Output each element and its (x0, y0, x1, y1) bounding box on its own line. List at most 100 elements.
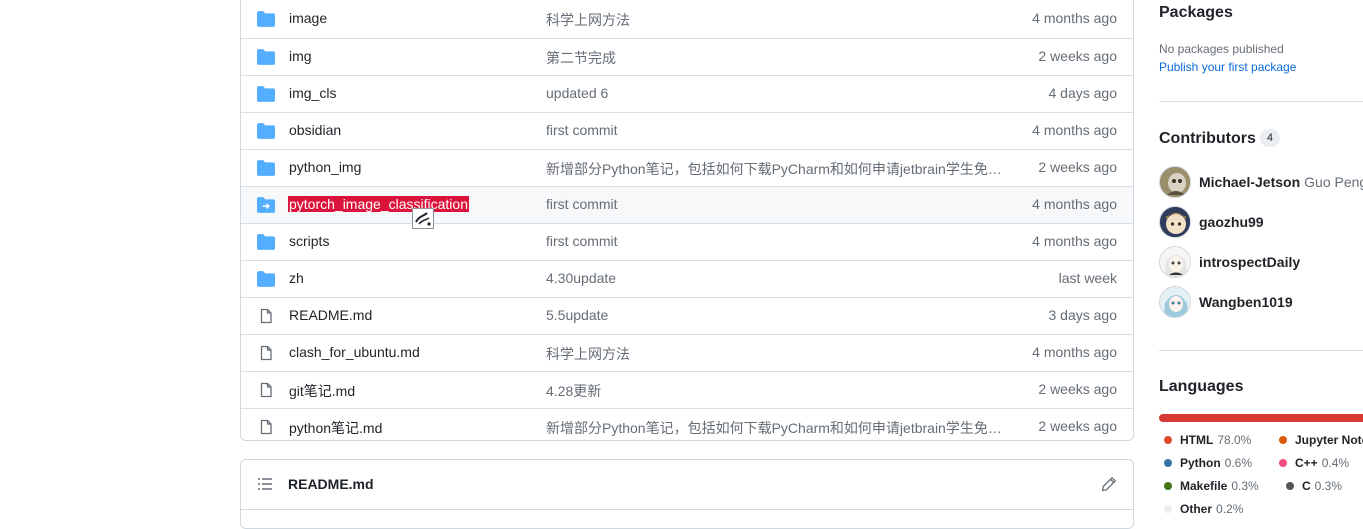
commit-age: 2 weeks ago (1038, 159, 1117, 175)
pencil-icon[interactable] (1101, 476, 1117, 492)
avatar (1159, 246, 1191, 278)
file-row[interactable]: scripts first commit 4 months ago (241, 223, 1133, 260)
file-row[interactable]: pytorch_image_classification first commi… (241, 186, 1133, 223)
folder-icon (257, 49, 275, 65)
readme-title[interactable]: README.md (288, 476, 374, 492)
commit-age: 2 weeks ago (1038, 418, 1117, 434)
file-icon (260, 419, 272, 435)
language-percent: 0.6% (1224, 456, 1253, 470)
language-item[interactable]: Makefile 0.3% (1164, 479, 1259, 493)
file-name[interactable]: obsidian (289, 122, 341, 138)
commit-message[interactable]: 4.30update (546, 270, 616, 286)
commit-age: 4 months ago (1032, 10, 1117, 26)
file-name[interactable]: pytorch_image_classification (288, 196, 469, 212)
language-percent: 78.0% (1217, 433, 1252, 447)
commit-message[interactable]: first commit (546, 196, 618, 212)
contributor-login: Michael-Jetson (1199, 174, 1301, 190)
language-percent: 0.3% (1314, 479, 1343, 493)
contributor-login: gaozhu99 (1199, 214, 1264, 230)
commit-message[interactable]: 第二节完成 (546, 48, 616, 68)
contributor-item[interactable]: gaozhu99 (1159, 206, 1363, 240)
commit-age: 4 months ago (1032, 196, 1117, 212)
commit-age: 4 months ago (1032, 233, 1117, 249)
commit-message[interactable]: first commit (546, 233, 618, 249)
no-packages-text: No packages published (1159, 42, 1284, 56)
file-name[interactable]: scripts (289, 233, 329, 249)
file-name[interactable]: git笔记.md (289, 381, 355, 401)
commit-age: 4 days ago (1048, 85, 1118, 101)
file-name[interactable]: zh (289, 270, 304, 286)
avatar (1159, 166, 1191, 198)
commit-message[interactable]: 科学上网方法 (546, 10, 630, 30)
commit-message[interactable]: 新增部分Python笔记，包括如何下载PyCharm和如何申请jetbrain学… (546, 418, 1002, 438)
contributor-item[interactable]: Wangben1019 (1159, 286, 1363, 320)
contributor-login: Wangben1019 (1199, 294, 1293, 310)
file-name[interactable]: python笔记.md (289, 418, 382, 438)
language-color-dot (1279, 459, 1287, 467)
contributor-name: Wangben1019 (1199, 294, 1293, 310)
packages-heading[interactable]: Packages (1159, 4, 1233, 22)
file-row[interactable]: python_img 新增部分Python笔记，包括如何下载PyCharm和如何… (241, 149, 1133, 186)
translate-popup-icon[interactable] (412, 208, 434, 229)
language-item[interactable]: Jupyter Notebook (1279, 433, 1363, 447)
file-row[interactable]: zh 4.30update last week (241, 260, 1133, 297)
commit-message[interactable]: 新增部分Python笔记，包括如何下载PyCharm和如何申请jetbrain学… (546, 159, 1002, 179)
contributors-count: 4 (1259, 129, 1280, 147)
language-percent: 0.3% (1231, 479, 1259, 493)
sidebar-divider (1159, 101, 1363, 102)
language-color-dot (1286, 482, 1294, 490)
file-name[interactable]: image (289, 10, 327, 26)
language-item[interactable]: C++ 0.4% (1279, 456, 1349, 470)
language-name: C (1302, 479, 1311, 493)
commit-message[interactable]: 5.5update (546, 307, 608, 323)
file-row[interactable]: python笔记.md 新增部分Python笔记，包括如何下载PyCharm和如… (241, 408, 1133, 445)
language-color-dot (1164, 482, 1172, 490)
language-name: Python (1180, 456, 1221, 470)
file-row[interactable]: image 科学上网方法 4 months ago (241, 1, 1133, 38)
contributor-name: introspectDaily (1199, 254, 1300, 270)
commit-message[interactable]: first commit (546, 122, 618, 138)
commit-age: 2 weeks ago (1038, 381, 1117, 397)
file-row[interactable]: clash_for_ubuntu.md 科学上网方法 4 months ago (241, 334, 1133, 371)
file-name[interactable]: img_cls (289, 85, 336, 101)
languages-heading: Languages (1159, 378, 1244, 395)
file-row[interactable]: README.md 5.5update 3 days ago (241, 297, 1133, 334)
language-bar (1159, 414, 1363, 422)
file-icon (260, 308, 272, 324)
file-row[interactable]: git笔记.md 4.28更新 2 weeks ago (241, 371, 1133, 408)
commit-message[interactable]: 4.28更新 (546, 381, 601, 401)
readme-box: README.md (240, 459, 1134, 529)
contributors-title: Contributors (1159, 130, 1256, 147)
folder-icon (257, 123, 275, 139)
file-row[interactable]: img 第二节完成 2 weeks ago (241, 38, 1133, 75)
publish-package-link[interactable]: Publish your first package (1159, 60, 1296, 74)
sidebar: Packages No packages published Publish y… (1159, 0, 1363, 517)
avatar (1159, 286, 1191, 318)
language-name: Other (1180, 502, 1213, 516)
file-name[interactable]: clash_for_ubuntu.md (289, 344, 420, 360)
file-row[interactable]: img_cls updated 6 4 days ago (241, 75, 1133, 112)
language-item[interactable]: Python 0.6% (1164, 456, 1252, 470)
file-name[interactable]: README.md (289, 307, 372, 323)
contributor-item[interactable]: introspectDaily (1159, 246, 1363, 280)
language-bar-html-segment (1159, 414, 1363, 422)
language-item[interactable]: C 0.3% (1286, 479, 1342, 493)
file-name[interactable]: img (289, 48, 312, 64)
file-table: image 科学上网方法 4 months ago img 第二节完成 2 we… (240, 0, 1134, 441)
contributors-heading[interactable]: Contributors 4 (1159, 129, 1280, 148)
file-icon (260, 345, 272, 361)
file-row[interactable]: obsidian first commit 4 months ago (241, 112, 1133, 149)
commit-message[interactable]: 科学上网方法 (546, 344, 630, 364)
commit-age: 4 months ago (1032, 344, 1117, 360)
language-item[interactable]: HTML 78.0% (1164, 433, 1251, 447)
list-icon[interactable] (257, 476, 273, 492)
commit-age: 2 weeks ago (1038, 48, 1117, 64)
readme-header-divider (241, 509, 1133, 510)
file-name[interactable]: python_img (289, 159, 361, 175)
contributor-item[interactable]: Michael-Jetson Guo Peng (1159, 166, 1363, 200)
commit-message[interactable]: updated 6 (546, 85, 608, 101)
language-color-dot (1279, 436, 1287, 444)
language-item[interactable]: Other 0.2% (1164, 502, 1243, 516)
language-color-dot (1164, 459, 1172, 467)
commit-age: 3 days ago (1048, 307, 1118, 323)
